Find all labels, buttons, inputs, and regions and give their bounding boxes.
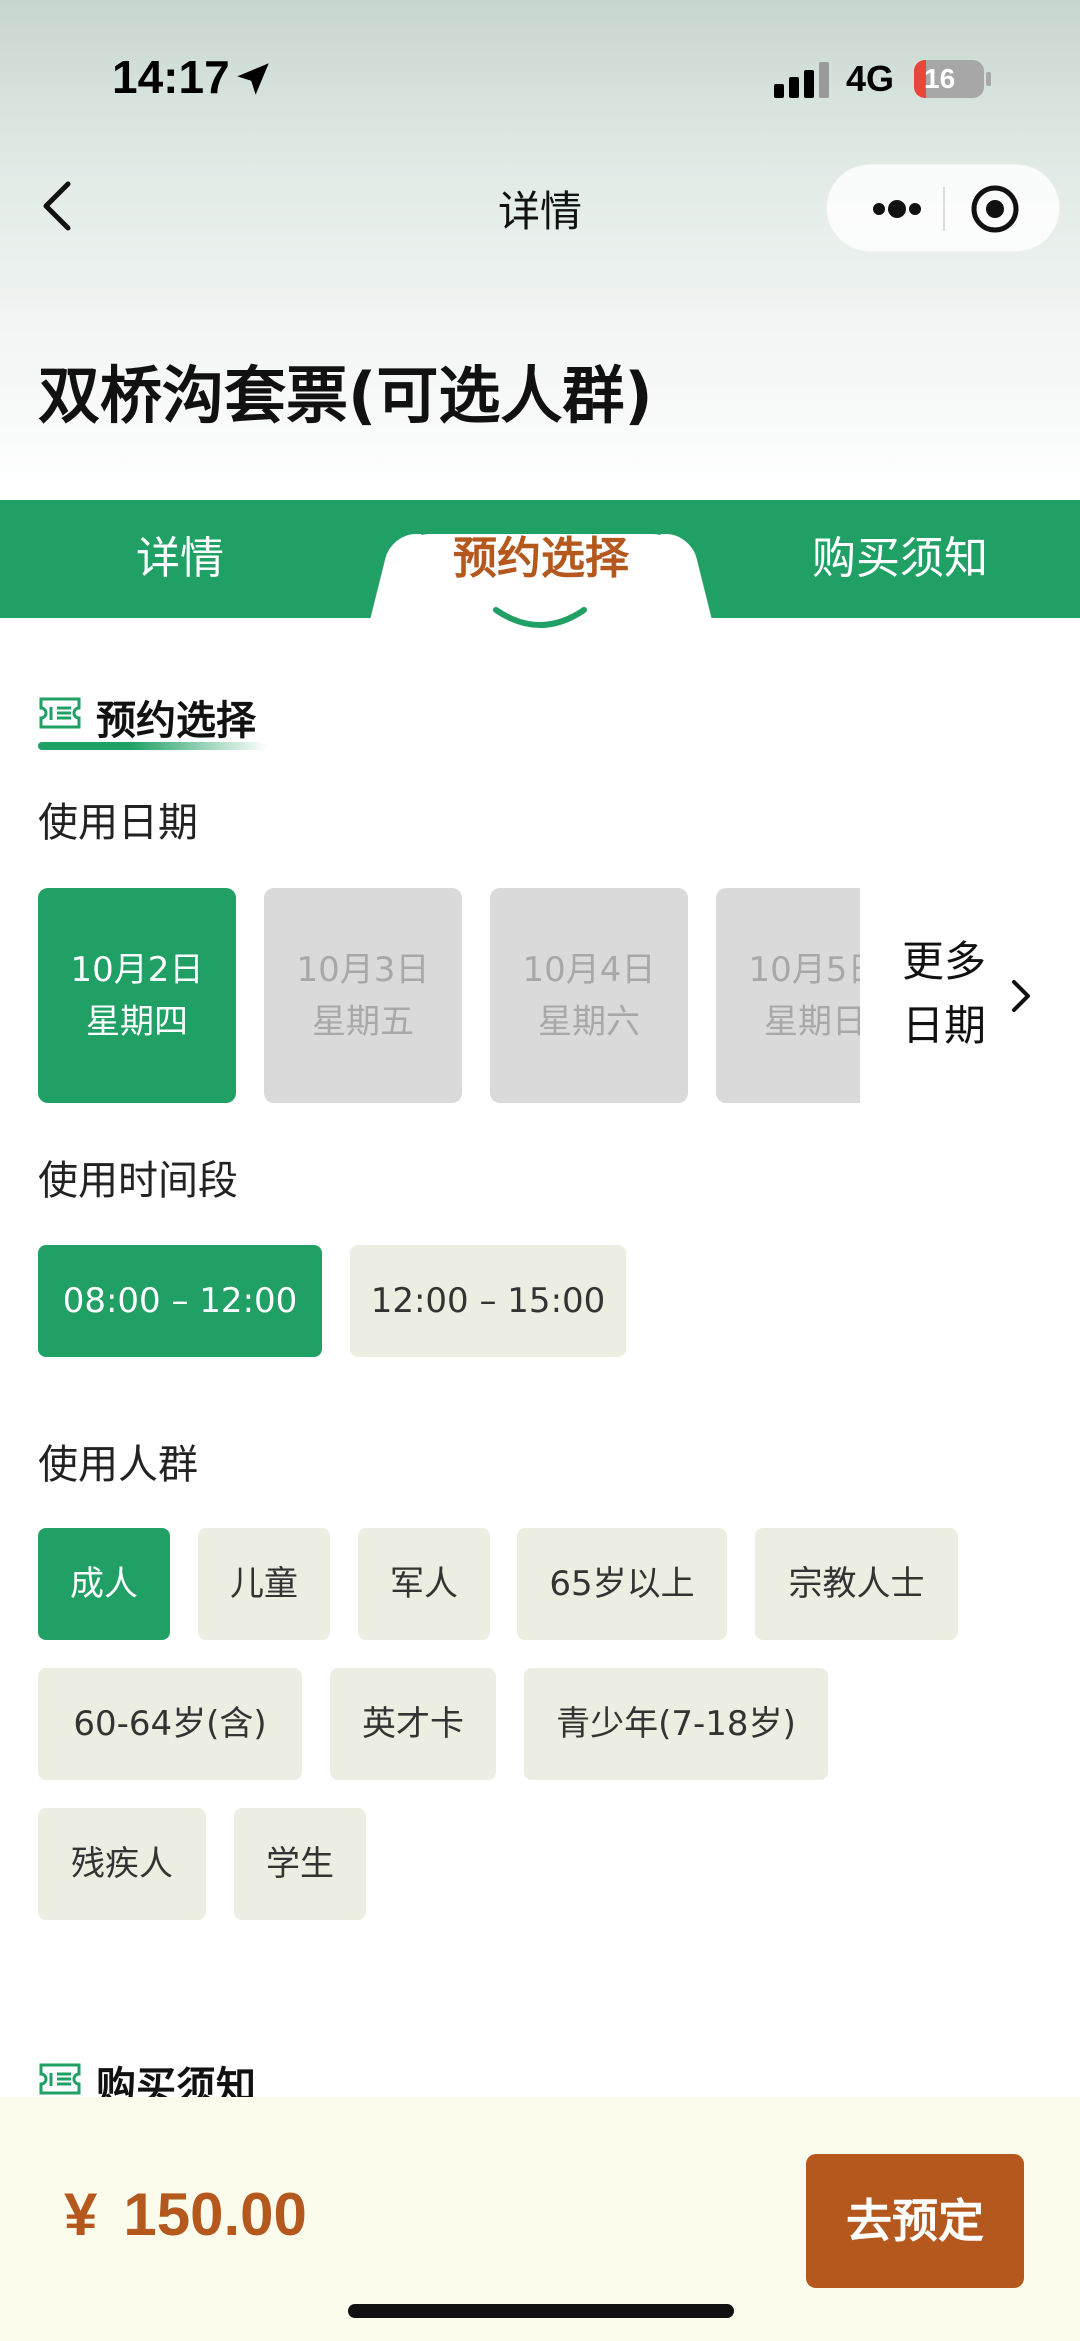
more-dates-line1: 更多 — [902, 937, 987, 986]
battery-level: 16 — [924, 63, 956, 94]
date-card-weekday: 星期日 — [764, 1001, 860, 1042]
tab-booking[interactable]: 预约选择 — [396, 500, 686, 618]
group-chip-military[interactable]: 军人 — [358, 1528, 490, 1640]
ticket-icon — [39, 697, 81, 729]
date-card-date: 10月4日 — [522, 949, 656, 990]
group-label: 使用人群 — [38, 1442, 198, 1488]
time-slot-morning[interactable]: 08:00 – 12:00 — [38, 1245, 322, 1357]
location-arrow-icon — [237, 63, 269, 95]
group-chip-religious[interactable]: 宗教人士 — [755, 1528, 958, 1640]
group-chip-talent-card[interactable]: 英才卡 — [330, 1668, 496, 1780]
booking-section-header: 预约选择 — [38, 684, 298, 744]
active-tab-indicator — [493, 607, 587, 628]
date-card-date: 10月5日 — [748, 949, 860, 990]
group-chip-youth[interactable]: 青少年(7-18岁) — [524, 1668, 828, 1780]
status-time: 14:17 — [112, 51, 230, 103]
ticket-icon — [39, 2063, 81, 2095]
date-card-weekday: 星期四 — [86, 1001, 188, 1042]
price-currency: ¥ — [64, 2181, 98, 2248]
group-chip-adult[interactable]: 成人 — [38, 1528, 170, 1640]
battery-icon: 16 — [914, 60, 992, 98]
date-card-oct-2[interactable]: 10月2日 星期四 — [38, 888, 236, 1103]
close-target-icon[interactable] — [969, 183, 1021, 235]
group-chip-60-64[interactable]: 60-64岁(含) — [38, 1668, 302, 1780]
book-button[interactable]: 去预定 — [806, 2154, 1024, 2288]
price: ¥150.00 — [64, 2180, 307, 2249]
date-card-oct-4[interactable]: 10月4日 星期六 — [490, 888, 688, 1103]
more-dots-icon[interactable] — [857, 185, 937, 233]
section-title-underline — [38, 742, 268, 750]
date-card-weekday: 星期六 — [538, 1001, 640, 1042]
date-card-oct-5[interactable]: 10月5日 星期日 — [716, 888, 860, 1103]
tab-purchase-notice[interactable]: 购买须知 — [720, 500, 1080, 618]
page-title: 双桥沟套票(可选人群) — [38, 359, 653, 432]
price-amount: 150.00 — [123, 2181, 307, 2248]
home-indicator[interactable] — [348, 2304, 734, 2318]
time-slot-label: 使用时间段 — [38, 1158, 238, 1204]
tab-details[interactable]: 详情 — [0, 500, 360, 618]
group-chip-child[interactable]: 儿童 — [198, 1528, 330, 1640]
more-dates-label: 更多 日期 — [902, 930, 1002, 1058]
date-card-date: 10月2日 — [70, 949, 204, 990]
booking-section-title: 预约选择 — [96, 698, 256, 744]
date-card-date: 10月3日 — [296, 949, 430, 990]
mini-program-capsule — [826, 164, 1060, 252]
group-chip-disabled[interactable]: 残疾人 — [38, 1808, 206, 1920]
more-dates-button[interactable]: 更多 日期 — [902, 930, 1042, 1060]
nav-title: 详情 — [497, 187, 582, 236]
date-card-oct-3[interactable]: 10月3日 星期五 — [264, 888, 462, 1103]
group-chip-student[interactable]: 学生 — [234, 1808, 366, 1920]
more-dates-line2: 日期 — [902, 1001, 987, 1050]
capsule-divider — [943, 187, 945, 231]
network-type: 4G — [846, 58, 895, 99]
back-chevron-icon[interactable] — [36, 178, 80, 234]
group-chip-over-65[interactable]: 65岁以上 — [517, 1528, 727, 1640]
date-card-weekday: 星期五 — [312, 1001, 414, 1042]
status-bar: 14:17 4G 16 — [0, 0, 1080, 150]
signal-icon — [774, 62, 829, 98]
date-label: 使用日期 — [38, 800, 198, 846]
chevron-right-icon — [1012, 980, 1030, 1012]
time-slot-midday[interactable]: 12:00 – 15:00 — [350, 1245, 626, 1357]
date-picker-row: 10月2日 星期四 10月3日 星期五 10月4日 星期六 10月5日 星期日 — [38, 888, 860, 1103]
